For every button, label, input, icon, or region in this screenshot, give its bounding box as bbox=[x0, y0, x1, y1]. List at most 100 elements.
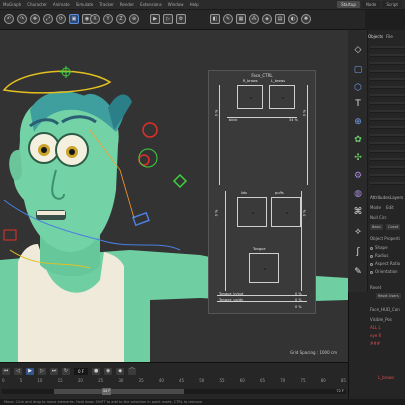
menu-item-tracker[interactable]: Tracker bbox=[99, 2, 113, 7]
bottom-list-item[interactable]: L_brows bbox=[378, 375, 394, 380]
sculpt-object-icon[interactable]: ✎ bbox=[352, 266, 364, 278]
coord-icon[interactable]: ⊕ bbox=[129, 14, 139, 24]
object-row[interactable] bbox=[370, 166, 405, 169]
redo-icon[interactable]: ↷ bbox=[17, 14, 27, 24]
timeline-scrubber[interactable]: 44 F 72 F bbox=[2, 388, 346, 395]
frame-ruler[interactable]: 0 5 10 15 20 25 30 35 40 45 50 55 60 65 … bbox=[2, 378, 346, 387]
render-icon[interactable]: ▷ bbox=[163, 14, 173, 24]
preview-range-bar[interactable] bbox=[54, 389, 184, 394]
particle-object-icon[interactable]: ⟡ bbox=[352, 226, 364, 238]
right-vertical-slider[interactable] bbox=[307, 85, 308, 185]
tab-objects[interactable]: Objects bbox=[368, 34, 383, 42]
brow-r-box[interactable] bbox=[237, 85, 263, 109]
object-row[interactable] bbox=[370, 46, 405, 49]
menu-item-simulate[interactable]: Simulate bbox=[76, 2, 94, 7]
subdivide-icon[interactable]: ▦ bbox=[236, 14, 246, 24]
end-frame-field[interactable]: 72 F bbox=[336, 389, 344, 393]
tab-file[interactable]: File bbox=[386, 34, 393, 42]
text-object-icon[interactable]: T bbox=[352, 98, 364, 110]
list-item[interactable]: ALL L bbox=[370, 325, 381, 330]
3d-viewport[interactable]: Face_CTRL R_brows L_brows blink 34 % 0 %… bbox=[0, 30, 348, 362]
edit-label[interactable]: Edit bbox=[386, 205, 394, 210]
object-row[interactable] bbox=[370, 182, 405, 185]
lids-r-box[interactable] bbox=[271, 197, 301, 227]
goto-start-icon[interactable]: ⏮ bbox=[2, 367, 10, 375]
object-row[interactable] bbox=[370, 62, 405, 65]
axis-z-icon[interactable]: Z bbox=[116, 14, 126, 24]
object-row[interactable] bbox=[370, 70, 405, 73]
camera-icon[interactable]: ◐ bbox=[288, 14, 298, 24]
menu-item-extensions[interactable]: Extensions bbox=[140, 2, 162, 7]
mode-label[interactable]: Mode bbox=[370, 205, 381, 210]
select-icon[interactable]: ▣ bbox=[69, 14, 79, 24]
object-row[interactable] bbox=[370, 78, 405, 81]
tab-attributes[interactable]: Attributes bbox=[370, 195, 390, 200]
layout-tab-node[interactable]: Node bbox=[361, 1, 381, 8]
basic-tab[interactable]: Basic bbox=[370, 224, 384, 230]
current-frame-field[interactable]: 0 F bbox=[74, 367, 89, 375]
object-row[interactable] bbox=[370, 102, 405, 105]
effector-object-icon[interactable]: ✣ bbox=[352, 152, 364, 164]
loop-icon[interactable]: ↻ bbox=[62, 367, 70, 375]
object-row[interactable] bbox=[370, 158, 405, 161]
list-item[interactable]: eye R bbox=[370, 333, 381, 338]
layout-tab-script[interactable]: Script bbox=[382, 1, 402, 8]
lids-l-handle[interactable] bbox=[252, 212, 254, 214]
prop-radius[interactable]: Radius bbox=[370, 253, 388, 258]
motion-path-icon[interactable]: ⌒ bbox=[128, 367, 137, 375]
object-row[interactable] bbox=[370, 110, 405, 113]
field-object-icon[interactable]: ◍ bbox=[352, 188, 364, 200]
object-row[interactable] bbox=[370, 118, 405, 121]
reset-users-button[interactable]: Reset Users bbox=[376, 293, 401, 299]
cube-icon[interactable]: ◧ bbox=[210, 14, 220, 24]
next-key-icon[interactable]: ▷ bbox=[38, 367, 46, 375]
coord-tab[interactable]: Coord bbox=[386, 224, 401, 230]
inner-left-slider[interactable] bbox=[225, 191, 226, 291]
render-view-icon[interactable]: ▶ bbox=[150, 14, 160, 24]
null-object-icon[interactable]: ◇ bbox=[352, 44, 364, 56]
brow-l-handle[interactable] bbox=[282, 97, 284, 99]
prop-aspect-ratio[interactable]: Aspect Ratio bbox=[370, 261, 400, 266]
object-row[interactable] bbox=[370, 174, 405, 177]
tab-layers[interactable]: Layers bbox=[390, 195, 403, 200]
light-icon[interactable]: ✺ bbox=[301, 14, 311, 24]
undo-icon[interactable]: ↶ bbox=[4, 14, 14, 24]
menu-item-mograph[interactable]: MoGraph bbox=[3, 2, 21, 7]
face-ui-panel[interactable]: Face_CTRL R_brows L_brows blink 34 % 0 %… bbox=[208, 70, 316, 314]
menu-item-animate[interactable]: Animate bbox=[53, 2, 70, 7]
lids-l-box[interactable] bbox=[237, 197, 267, 227]
axis-x-icon[interactable]: X bbox=[90, 14, 100, 24]
menu-item-render[interactable]: Render bbox=[120, 2, 134, 7]
list-item[interactable]: ### bbox=[370, 341, 380, 346]
xpresso-object-icon[interactable]: ⌘ bbox=[352, 206, 364, 218]
scene-icon[interactable]: ▤ bbox=[275, 14, 285, 24]
axis-y-icon[interactable]: Y bbox=[103, 14, 113, 24]
move-icon[interactable]: ✥ bbox=[30, 14, 40, 24]
autokey-icon[interactable]: ◉ bbox=[104, 367, 113, 375]
cloner-icon[interactable]: ⁂ bbox=[249, 14, 259, 24]
goto-end-icon[interactable]: ⏭ bbox=[50, 367, 58, 375]
deformer-object-icon[interactable]: ⚙ bbox=[352, 170, 364, 182]
object-row[interactable] bbox=[370, 54, 405, 57]
layout-tab-startup[interactable]: Startup bbox=[337, 1, 360, 8]
object-row[interactable] bbox=[370, 142, 405, 145]
render-settings-icon[interactable]: ⚙ bbox=[176, 14, 186, 24]
inner-right-slider[interactable] bbox=[301, 191, 302, 291]
object-row[interactable] bbox=[370, 126, 405, 129]
brow-l-box[interactable] bbox=[269, 85, 295, 109]
keyframe-icon[interactable]: ◆ bbox=[116, 367, 125, 375]
rotate-icon[interactable]: ⟳ bbox=[56, 14, 66, 24]
menu-item-character[interactable]: Character bbox=[27, 2, 47, 7]
object-row[interactable] bbox=[370, 134, 405, 137]
deformer-icon[interactable]: ◈ bbox=[262, 14, 272, 24]
object-row[interactable] bbox=[370, 86, 405, 89]
left-vertical-slider[interactable] bbox=[219, 85, 220, 185]
spline-object-icon[interactable]: ⊕ bbox=[352, 116, 364, 128]
blink-slider-track[interactable] bbox=[227, 117, 297, 118]
record-icon[interactable]: ● bbox=[92, 367, 101, 375]
brow-r-handle[interactable] bbox=[250, 97, 252, 99]
mograph-object-icon[interactable]: ✿ bbox=[352, 134, 364, 146]
prop-orientation[interactable]: Orientation bbox=[370, 269, 398, 274]
menu-item-help[interactable]: Help bbox=[190, 2, 199, 7]
cube-object-icon[interactable]: ▢ bbox=[352, 64, 364, 76]
